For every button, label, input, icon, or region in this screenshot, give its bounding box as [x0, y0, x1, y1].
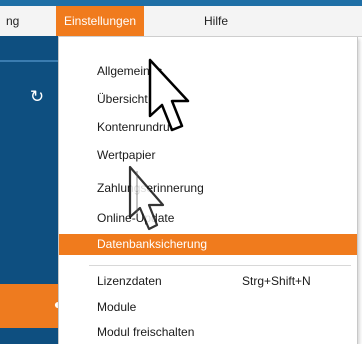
menu-item-wertpapier[interactable]: Wertpapier [59, 145, 357, 166]
panel-divider [0, 60, 58, 62]
menu-item-module[interactable]: Module [59, 297, 357, 318]
menu-bar-item-einstellungen[interactable]: Einstellungen [56, 6, 145, 36]
menu-separator [89, 265, 351, 266]
refresh-icon[interactable]: ↻ [28, 88, 46, 106]
menu-item-label: Module [97, 300, 137, 314]
mouse-pointer-icon [148, 58, 190, 132]
menu-item-online-update[interactable]: Online-Update [59, 208, 357, 229]
einstellungen-dropdown-menu: Allgemeines Übersicht Kontenrundruf Wert… [58, 37, 358, 344]
menu-item-modul-freischalten[interactable]: Modul freischalten [59, 322, 357, 343]
menu-bar-item-hilfe[interactable]: Hilfe [196, 6, 236, 36]
menu-item-datenbanksicherung[interactable]: Datenbanksicherung [59, 234, 357, 255]
mouse-pointer-trail-icon [128, 165, 165, 231]
menu-bar-item-partial[interactable]: ng [0, 6, 27, 36]
menu-item-label: Wertpapier [97, 148, 156, 162]
menu-item-lizenzdaten[interactable]: Lizenzdaten Strg+Shift+N [59, 271, 357, 292]
left-side-panel: ↻ ◖ [0, 36, 60, 344]
menu-item-zahlungserinnerung[interactable]: Zahlungserinnerung [59, 178, 357, 199]
menu-item-label: Übersicht [97, 92, 148, 106]
menu-item-uebersicht[interactable]: Übersicht [59, 89, 357, 110]
menu-item-label: Modul freischalten [97, 325, 195, 339]
menu-item-kontenrundruf[interactable]: Kontenrundruf [59, 117, 357, 138]
menu-item-label: Lizenzdaten [97, 274, 162, 288]
menu-bar: ng Einstellungen Hilfe [0, 6, 362, 37]
menu-item-allgemeines[interactable]: Allgemeines [59, 61, 357, 82]
panel-orange-block [0, 284, 58, 328]
menu-item-shortcut: Strg+Shift+N [242, 274, 311, 288]
